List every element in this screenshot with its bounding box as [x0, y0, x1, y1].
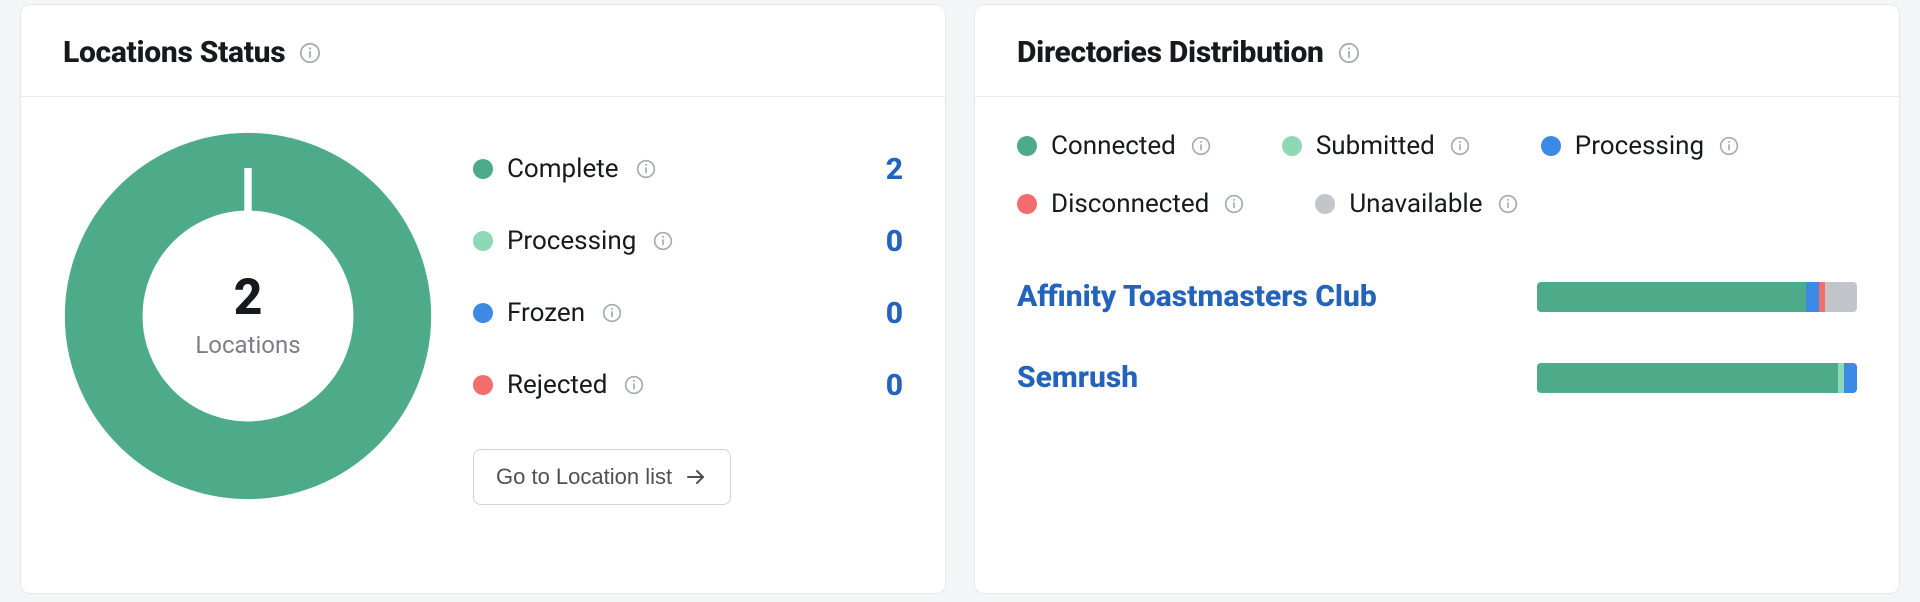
info-icon[interactable]: [652, 230, 674, 252]
card-body: Connected Submitted Processing Disconnec…: [975, 97, 1899, 593]
info-icon[interactable]: [1718, 135, 1740, 157]
legend-dot: [473, 231, 493, 251]
legend-item-processing: Processing: [1541, 131, 1740, 161]
legend-label: Processing: [507, 226, 636, 256]
legend-dot: [473, 159, 493, 179]
directories-rows: Affinity Toastmasters Club Semrush: [1017, 279, 1857, 395]
legend-label: Processing: [1575, 131, 1704, 161]
legend-dot: [1017, 194, 1037, 214]
legend-value: 0: [886, 224, 903, 259]
arrow-right-icon: [684, 465, 708, 489]
directory-row: Affinity Toastmasters Club: [1017, 279, 1857, 314]
legend-label: Unavailable: [1349, 189, 1482, 219]
directories-distribution-card: Directories Distribution Connected Submi…: [974, 4, 1900, 594]
bar-segment: [1806, 282, 1819, 312]
card-title: Locations Status: [63, 35, 285, 70]
info-icon[interactable]: [299, 42, 321, 64]
legend-item-connected: Connected: [1017, 131, 1212, 161]
legend-label: Frozen: [507, 298, 585, 328]
legend-label: Connected: [1051, 131, 1176, 161]
legend-item-disconnected: Disconnected: [1017, 189, 1245, 219]
info-icon[interactable]: [601, 302, 623, 324]
legend-label: Submitted: [1316, 131, 1435, 161]
card-title: Directories Distribution: [1017, 35, 1324, 70]
locations-legend: Complete 2 Processing 0 Frozen: [473, 131, 903, 505]
info-icon[interactable]: [1449, 135, 1471, 157]
directory-distribution-bar: [1537, 282, 1857, 312]
legend-dot: [1017, 136, 1037, 156]
donut-count: 2: [234, 273, 263, 323]
bar-segment: [1844, 363, 1857, 393]
go-to-location-list-button[interactable]: Go to Location list: [473, 449, 731, 505]
legend-dot: [473, 303, 493, 323]
bar-segment: [1537, 282, 1806, 312]
info-icon[interactable]: [1190, 135, 1212, 157]
info-icon[interactable]: [1338, 42, 1360, 64]
card-header: Directories Distribution: [975, 5, 1899, 97]
locations-donut-chart: 2 Locations: [63, 131, 433, 501]
legend-dot: [1541, 136, 1561, 156]
legend-value: 0: [886, 296, 903, 331]
info-icon[interactable]: [1223, 193, 1245, 215]
legend-dot: [1282, 136, 1302, 156]
directory-row: Semrush: [1017, 360, 1857, 395]
directory-name-link[interactable]: Semrush: [1017, 360, 1138, 395]
locations-status-card: Locations Status 2 Locations Com: [20, 4, 946, 594]
card-body: 2 Locations Complete 2 Processing 0: [21, 97, 945, 593]
info-icon[interactable]: [1497, 193, 1519, 215]
legend-value: 0: [886, 368, 903, 403]
directory-distribution-bar: [1537, 363, 1857, 393]
legend-row-complete: Complete 2: [473, 137, 903, 201]
legend-label: Rejected: [507, 370, 607, 400]
legend-row-frozen: Frozen 0: [473, 281, 903, 345]
legend-row-processing: Processing 0: [473, 209, 903, 273]
bar-segment: [1825, 282, 1857, 312]
card-header: Locations Status: [21, 5, 945, 97]
directories-legend: Connected Submitted Processing Disconnec…: [1017, 131, 1857, 219]
info-icon[interactable]: [635, 158, 657, 180]
legend-item-unavailable: Unavailable: [1315, 189, 1518, 219]
legend-value: 2: [886, 152, 903, 187]
legend-row-rejected: Rejected 0: [473, 353, 903, 417]
legend-dot: [1315, 194, 1335, 214]
directory-name-link[interactable]: Affinity Toastmasters Club: [1017, 279, 1377, 314]
bar-segment: [1537, 363, 1838, 393]
info-icon[interactable]: [623, 374, 645, 396]
donut-center: 2 Locations: [63, 131, 433, 501]
donut-sublabel: Locations: [195, 331, 300, 359]
legend-label: Disconnected: [1051, 189, 1209, 219]
legend-item-submitted: Submitted: [1282, 131, 1471, 161]
legend-label: Complete: [507, 154, 619, 184]
button-label: Go to Location list: [496, 464, 672, 490]
legend-dot: [473, 375, 493, 395]
